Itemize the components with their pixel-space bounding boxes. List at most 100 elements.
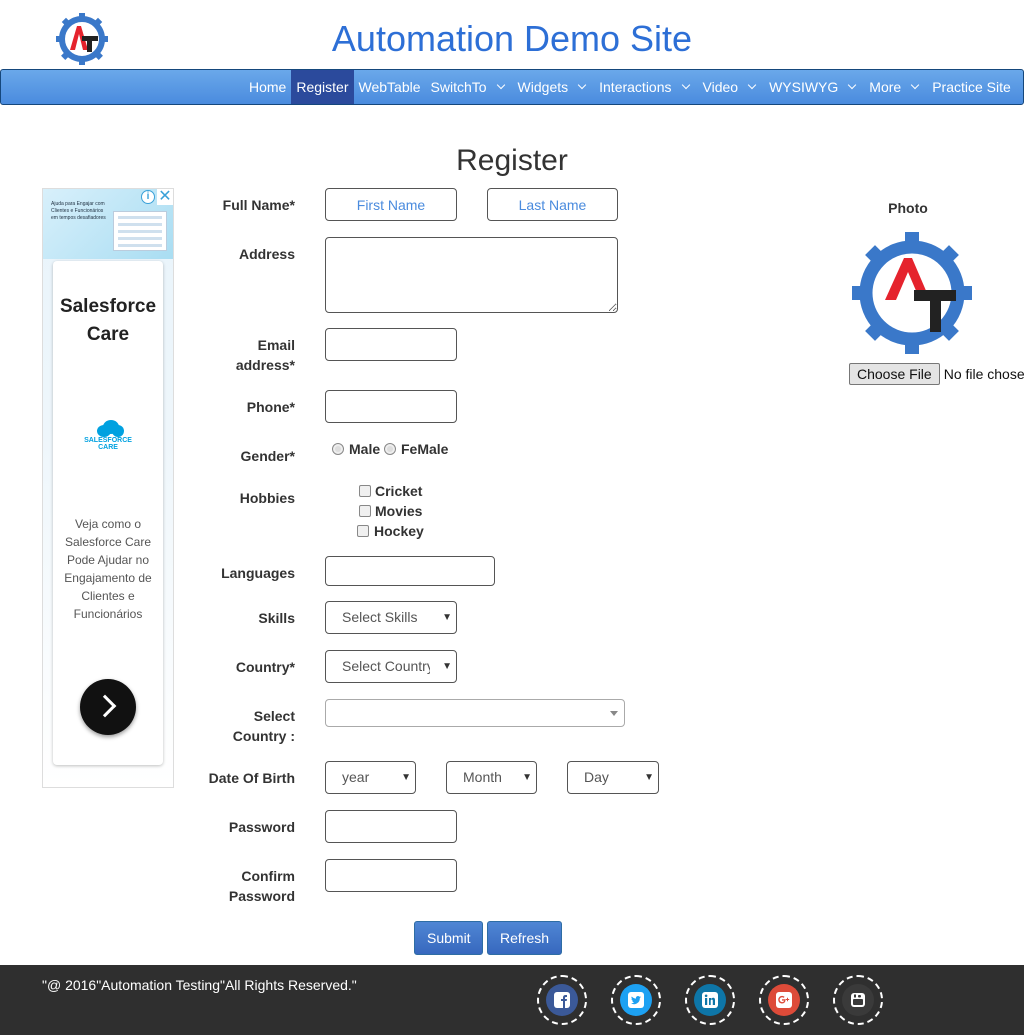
ad-heading: Salesforce Care bbox=[59, 296, 157, 345]
ad-body-text: Veja como o Salesforce Care Pode Ajudar … bbox=[64, 517, 152, 621]
nav-item-label: SwitchTo bbox=[430, 79, 487, 95]
submit-button[interactable]: Submit bbox=[414, 921, 483, 955]
nav-item-interactions[interactable]: Interactions bbox=[594, 70, 697, 104]
country-select-value: Select Country bbox=[342, 658, 430, 674]
password-label: Password bbox=[228, 819, 295, 835]
caret-down-icon bbox=[610, 711, 618, 716]
email-input[interactable] bbox=[325, 328, 457, 361]
chevron-down-icon bbox=[848, 80, 857, 90]
twitter-link[interactable] bbox=[611, 975, 661, 1025]
nav-item-label: More bbox=[869, 79, 902, 95]
hobby-movies-checkbox[interactable] bbox=[359, 505, 371, 517]
address-textarea[interactable] bbox=[325, 237, 618, 313]
year-select-value: year bbox=[342, 769, 370, 785]
nav-item-label: Widgets bbox=[517, 79, 569, 95]
address-label: Address bbox=[238, 246, 295, 262]
chevron-down-icon: ▼ bbox=[401, 772, 411, 783]
nav-item-label: WebTable bbox=[358, 79, 421, 95]
nav-item-label: Practice Site bbox=[932, 79, 1011, 95]
nav-item-home[interactable]: Home bbox=[244, 70, 291, 104]
dob-label: Date Of Birth bbox=[208, 770, 295, 786]
file-status-text: No file chosen bbox=[943, 366, 1024, 382]
nav-item-webtable[interactable]: WebTable bbox=[354, 70, 426, 104]
nav-item-label: Video bbox=[702, 79, 739, 95]
nav-item-wysiwyg[interactable]: WYSIWYG bbox=[764, 70, 864, 104]
nav-item-register[interactable]: Register bbox=[291, 70, 354, 104]
country-select[interactable]: Select Country ▼ bbox=[325, 650, 457, 683]
nav-item-video[interactable]: Video bbox=[698, 70, 765, 104]
photo-file-input[interactable]: Choose File No file chosen bbox=[849, 362, 1024, 386]
hobbies-label: Hobbies bbox=[239, 490, 295, 506]
nav-item-label: WYSIWYG bbox=[769, 79, 839, 95]
hobby-cricket-label: Cricket bbox=[375, 483, 423, 499]
full-name-label: Full Name* bbox=[222, 197, 295, 213]
day-select-value: Day bbox=[584, 769, 609, 785]
ad-next-arrow-icon[interactable] bbox=[80, 679, 136, 735]
nav-item-widgets[interactable]: Widgets bbox=[513, 70, 595, 104]
youtube-icon bbox=[842, 984, 874, 1016]
advertisement[interactable]: Ajuda para Engajar com Clientes e Funcio… bbox=[42, 188, 174, 788]
chevron-down-icon: ▼ bbox=[442, 661, 452, 672]
select-country-combobox[interactable] bbox=[325, 699, 625, 727]
chevron-down-icon bbox=[747, 80, 757, 90]
phone-input[interactable] bbox=[325, 390, 457, 423]
google-plus-icon bbox=[768, 984, 800, 1016]
chevron-down-icon bbox=[577, 80, 587, 90]
last-name-input[interactable] bbox=[487, 188, 618, 221]
year-select[interactable]: year ▼ bbox=[325, 761, 416, 794]
hobby-cricket-checkbox[interactable] bbox=[359, 485, 371, 497]
site-title: Automation Demo Site bbox=[331, 18, 693, 59]
gender-female-label: FeMale bbox=[401, 441, 449, 457]
nav-item-practice-site[interactable]: Practice Site bbox=[927, 70, 1016, 104]
skills-select[interactable]: Select Skills ▼ bbox=[325, 601, 457, 634]
hobby-movies-label: Movies bbox=[375, 503, 423, 519]
gender-male-radio[interactable] bbox=[332, 443, 344, 455]
country-label: Country* bbox=[235, 659, 295, 675]
nav-item-more[interactable]: More bbox=[864, 70, 927, 104]
hobby-hockey-checkbox[interactable] bbox=[357, 525, 369, 537]
email-label: Email address* bbox=[235, 337, 295, 373]
nav-item-switchto[interactable]: SwitchTo bbox=[426, 70, 513, 104]
linkedin-link[interactable] bbox=[685, 975, 735, 1025]
choose-file-button[interactable]: Choose File bbox=[849, 363, 940, 385]
gender-female-radio[interactable] bbox=[384, 443, 396, 455]
phone-label: Phone* bbox=[246, 399, 295, 415]
month-select-value: Month bbox=[463, 769, 502, 785]
hobby-hockey-label: Hockey bbox=[374, 523, 424, 539]
salesforce-cloud-icon bbox=[97, 420, 124, 437]
footer: "@ 2016"Automation Testing"All Rights Re… bbox=[0, 965, 1024, 1035]
languages-label: Languages bbox=[221, 565, 295, 581]
linkedin-icon bbox=[694, 984, 726, 1016]
gender-male-label: Male bbox=[349, 441, 381, 457]
refresh-button[interactable]: Refresh bbox=[487, 921, 562, 955]
copyright-text: "@ 2016"Automation Testing"All Rights Re… bbox=[42, 977, 357, 993]
page-title: Register bbox=[456, 144, 568, 177]
select-country-label: Select Country : bbox=[232, 708, 295, 744]
ad-screenshot-image bbox=[113, 211, 167, 251]
google-plus-link[interactable] bbox=[759, 975, 809, 1025]
chevron-down-icon bbox=[910, 80, 920, 90]
ad-info-icon[interactable]: i bbox=[141, 190, 155, 204]
confirm-password-input[interactable] bbox=[325, 859, 457, 892]
photo-label: Photo bbox=[888, 200, 928, 216]
ad-brand-text: SALESFORCE CARE bbox=[84, 437, 132, 451]
skills-select-value: Select Skills bbox=[342, 609, 418, 625]
ad-close-icon[interactable]: ✕ bbox=[157, 189, 173, 205]
first-name-input[interactable] bbox=[325, 188, 457, 221]
twitter-icon bbox=[620, 984, 652, 1016]
day-select[interactable]: Day ▼ bbox=[567, 761, 659, 794]
chevron-down-icon: ▼ bbox=[644, 772, 654, 783]
chevron-down-icon: ▼ bbox=[442, 612, 452, 623]
skills-label: Skills bbox=[258, 610, 295, 626]
languages-multiselect[interactable] bbox=[325, 556, 495, 586]
youtube-link[interactable] bbox=[833, 975, 883, 1025]
profile-photo-image bbox=[852, 232, 972, 354]
nav-item-label: Interactions bbox=[599, 79, 672, 95]
chevron-down-icon bbox=[496, 80, 505, 90]
month-select[interactable]: Month ▼ bbox=[446, 761, 537, 794]
ad-card[interactable]: Salesforce Care SALESFORCE CARE Veja com… bbox=[53, 261, 163, 765]
chevron-down-icon: ▼ bbox=[522, 772, 532, 783]
facebook-icon bbox=[546, 984, 578, 1016]
password-input[interactable] bbox=[325, 810, 457, 843]
facebook-link[interactable] bbox=[537, 975, 587, 1025]
